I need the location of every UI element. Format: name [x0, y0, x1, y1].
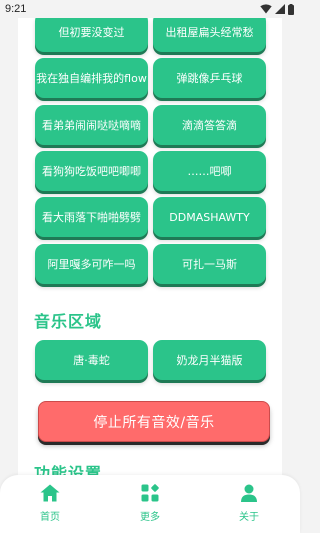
sfx-button[interactable]: 弹跳像乒乓球 [153, 58, 266, 98]
nav-label-about: 关于 [239, 512, 259, 523]
sfx-button[interactable]: 看狗狗吃饭吧吧唧唧 [35, 151, 148, 191]
sfx-button[interactable]: ……吧唧 [153, 151, 266, 191]
sfx-button[interactable]: 出租屋扁头经常愁 [153, 12, 266, 52]
sfx-button[interactable]: 看弟弟闹闹哒哒嘀嘀 [35, 105, 148, 145]
sfx-button[interactable]: 可扎一马斯 [153, 244, 266, 284]
stop-all-button[interactable]: 停止所有音效/音乐 [38, 401, 270, 442]
sfx-button[interactable]: 滴滴答答滴 [153, 105, 266, 145]
status-icons [260, 3, 294, 15]
person-icon [241, 484, 257, 502]
music-button[interactable]: 奶龙月半猫版 [153, 340, 266, 380]
content-card: 但初要没变过 出租屋扁头经常愁 我在独自编排我的flow 弹跳像乒乓球 看弟弟闹… [18, 0, 282, 520]
music-section-title: 音乐区域 [34, 312, 103, 331]
status-bar: 9:21 [0, 0, 300, 18]
nav-item-about[interactable]: 关于 [219, 484, 279, 523]
sfx-button[interactable]: 但初要没变过 [35, 12, 148, 52]
nav-label-more: 更多 [140, 512, 160, 523]
battery-icon [288, 3, 294, 15]
sfx-button[interactable]: DDMASHAWTY [153, 197, 266, 237]
nav-item-more[interactable]: 更多 [120, 484, 180, 523]
nav-item-home[interactable]: 首页 [20, 484, 80, 523]
nav-label-home: 首页 [40, 512, 60, 523]
sfx-button[interactable]: 我在独自编排我的flow [35, 58, 148, 98]
sfx-button[interactable]: 看大雨落下啪啪劈劈 [35, 197, 148, 237]
status-time: 9:21 [5, 3, 27, 15]
music-button[interactable]: 唐·毒蛇 [35, 340, 148, 380]
signal-icon [275, 4, 285, 14]
bottom-nav: 首页 更多 关于 [0, 475, 300, 533]
sfx-button[interactable]: 阿里嘎多可咋一吗 [35, 244, 148, 284]
apps-icon [141, 484, 159, 502]
wifi-icon [260, 4, 272, 14]
home-icon [40, 484, 60, 502]
